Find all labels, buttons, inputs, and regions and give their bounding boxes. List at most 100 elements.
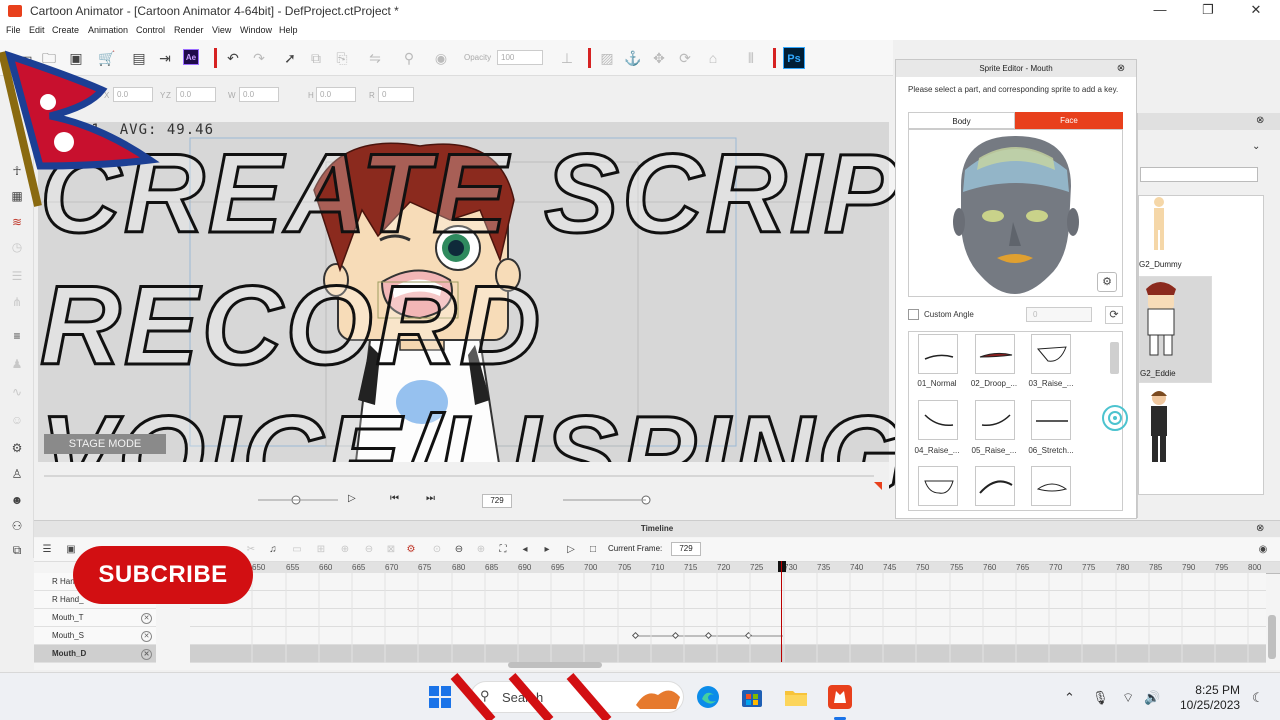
playhead-handle[interactable] [778,561,786,572]
menu-help[interactable]: Help [279,25,298,35]
timeline-play-icon[interactable]: ▷ [564,543,578,557]
next-key-icon[interactable]: ▸ [540,543,554,557]
shop-cart-icon[interactable]: 🛒 [98,49,116,67]
store-icon[interactable] [740,685,764,709]
bone-icon[interactable]: ⋔ [9,294,25,310]
copy-icon[interactable]: ⧉ [307,49,325,67]
sprite-grid-scrollbar[interactable] [1110,342,1119,374]
prev-key-icon[interactable]: ◂ [518,543,532,557]
zoom-out-icon[interactable]: ⊖ [452,543,466,557]
tab-body[interactable]: Body [908,112,1015,129]
mirror-icon[interactable]: ⫴ [742,49,760,67]
menu-render[interactable]: Render [174,25,204,35]
menu-file[interactable]: File [6,25,21,35]
actor-tile-business[interactable] [1139,388,1212,473]
remove-track-icon[interactable]: ✕ [141,631,152,642]
menu-window[interactable]: Window [240,25,272,35]
import-icon[interactable]: ▤ [130,49,148,67]
sprite-thumb-03[interactable] [1031,334,1071,374]
wifi-icon[interactable]: ⌔ [1122,690,1134,706]
menu-edit[interactable]: Edit [29,25,45,35]
track-list-icon[interactable]: ☰ [40,543,54,557]
move-icon[interactable]: ✥ [650,49,668,67]
select-cursor-icon[interactable]: ➚ [281,49,299,67]
sprite-thumb-01[interactable] [918,334,958,374]
merge-icon[interactable]: ⊞ [314,543,328,557]
camera-icon[interactable]: ⚙ [1097,272,1117,292]
scene-icon[interactable]: ▦ [9,188,25,204]
frame-icon[interactable]: ▣ [64,543,78,557]
sprite-thumb-02[interactable] [975,334,1015,374]
playhead-line[interactable] [781,561,782,662]
add-key-icon[interactable]: ⊕ [338,543,352,557]
timer-icon[interactable]: ◷ [9,239,25,255]
play-icon[interactable]: ▷ [348,493,356,504]
remove-track-icon[interactable]: ✕ [141,649,152,660]
audio-wave-icon[interactable]: ≋ [9,214,25,230]
taskbar-clock[interactable]: 8:25 PM 10/25/2023 [1180,683,1240,713]
paste-icon[interactable]: ⎘ [333,49,351,67]
face-key-icon[interactable]: ☺ [9,412,25,428]
file-explorer-icon[interactable] [784,685,808,709]
custom-angle-checkbox[interactable] [908,309,919,320]
link-icon[interactable]: ⚲ [400,49,418,67]
save-icon[interactable]: ▣ [67,49,85,67]
actor-icon[interactable]: ☥ [9,163,25,179]
timeline-eye-icon[interactable]: ◉ [1256,543,1270,557]
sprite-thumb-07[interactable] [918,466,958,506]
remove-track-icon[interactable]: ✕ [141,613,152,624]
rotate-icon[interactable]: ⟳ [676,49,694,67]
run-icon[interactable]: ♙ [9,466,25,482]
image-icon[interactable]: ▨ [598,49,616,67]
track-mouth-d[interactable]: Mouth_D ✕ [34,645,156,663]
track-mouth-s[interactable]: Mouth_S ✕ [34,627,156,645]
prev-frame-icon[interactable]: ⏮ [390,493,399,504]
angle-dropdown[interactable]: 0 [1026,307,1092,322]
tab-face[interactable]: Face [1015,112,1123,129]
maximize-button[interactable]: ❐ [1188,2,1228,20]
actor-tile-g2-dummy[interactable]: G2_Dummy [1139,196,1212,281]
timeline-vscroll[interactable] [1268,615,1276,659]
tray-chevron-icon[interactable]: ⌃ [1064,690,1075,706]
sprite-thumb-09[interactable] [1031,466,1071,506]
cartoon-animator-taskbar-icon[interactable] [828,685,852,709]
stage-frame-input[interactable]: 729 [482,494,512,508]
sprite-thumb-06[interactable] [1031,400,1071,440]
refresh-icon[interactable]: ⟳ [1105,306,1123,324]
spring-icon[interactable]: ∿ [9,384,25,400]
head-icon[interactable]: ☻ [9,492,25,508]
edge-browser-icon[interactable] [696,685,720,709]
bing-badge-icon[interactable] [634,683,682,711]
music-icon[interactable]: ♫ [266,543,280,557]
layers-icon[interactable]: ☰ [9,268,25,284]
menu-create[interactable]: Create [52,25,79,35]
content-search-input[interactable] [1140,167,1258,182]
flip-icon[interactable]: ⇋ [366,49,384,67]
zoom-in-icon[interactable]: ⊕ [474,543,488,557]
current-frame-input[interactable]: 729 [671,542,701,556]
menu-animation[interactable]: Animation [88,25,128,35]
visibility-icon[interactable]: ◉ [432,49,450,67]
photoshop-icon[interactable]: Ps [783,47,805,69]
remove-key-icon[interactable]: ⊖ [362,543,376,557]
minimize-button[interactable]: — [1140,2,1180,20]
3d-text-icon[interactable]: ≡ [9,328,25,344]
microphone-icon[interactable]: 🎙 [1092,690,1109,706]
notification-moon-icon[interactable]: ☾ [1252,690,1264,706]
stack-icon[interactable]: ⧉ [9,542,25,558]
sprite-editor-close-icon[interactable]: ⊗ [1114,62,1128,76]
sprite-thumb-05[interactable] [975,400,1015,440]
props-icon[interactable]: ⚇ [9,518,25,534]
next-frame-icon[interactable]: ⏭ [426,493,435,504]
content-collapse-icon[interactable]: ⌄ [1252,141,1260,152]
loop-icon[interactable]: ⊙ [430,543,444,557]
timeline-hscroll[interactable] [508,662,602,668]
motion-icon[interactable]: ⚙ [9,440,25,456]
sprite-thumb-08[interactable] [975,466,1015,506]
split-icon[interactable]: ⊠ [384,543,398,557]
pin-icon[interactable]: ⚓ [624,49,642,67]
home-icon[interactable]: ⌂ [704,49,722,67]
content-close-icon[interactable]: ⊗ [1256,115,1264,126]
menu-control[interactable]: Control [136,25,165,35]
timeline-stop-icon[interactable]: □ [586,543,600,557]
